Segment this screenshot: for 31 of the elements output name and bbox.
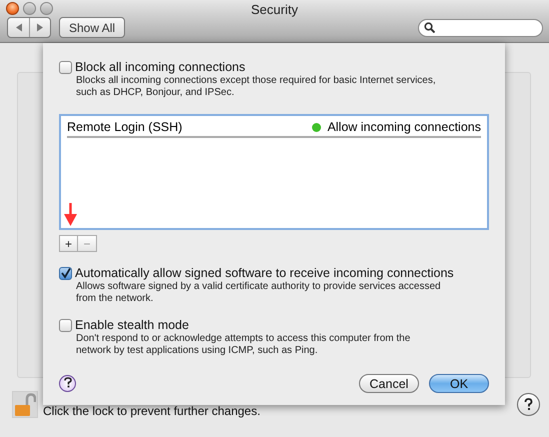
question-mark-icon xyxy=(64,376,72,388)
service-status[interactable]: Allow incoming connections xyxy=(327,120,481,134)
show-all-button[interactable]: Show All xyxy=(59,17,126,38)
checkbox-label: Block all incoming connections xyxy=(75,60,246,74)
search-icon xyxy=(424,22,435,33)
option-description: Don't respond to or acknowledge attempts to access this computer from the network by test applications using ICMP, such as Ping. xyxy=(76,333,412,357)
option-description: Allows software signed by a valid certificate authority to provide services accessed from the network. xyxy=(76,281,442,305)
help-button[interactable] xyxy=(517,393,540,416)
checkbox-label: Automatically allow signed software to receive incoming connections xyxy=(75,266,454,280)
annotation-arrow xyxy=(64,203,77,227)
checkbox-label: Enable stealth mode xyxy=(75,318,189,332)
question-mark-icon xyxy=(524,398,533,411)
back-forward-control[interactable] xyxy=(7,17,51,38)
checkbox[interactable] xyxy=(59,266,72,280)
help-button[interactable] xyxy=(59,375,76,392)
service-name: Remote Login (SSH) xyxy=(67,120,184,134)
ok-button[interactable]: OK xyxy=(429,374,489,393)
checkbox[interactable] xyxy=(59,318,72,332)
minimize-button[interactable] xyxy=(23,2,36,15)
unlocked-lock-icon xyxy=(14,392,36,416)
lock-message: Click the lock to prevent further changes. xyxy=(43,404,260,418)
checkbox[interactable] xyxy=(59,60,72,74)
add-button[interactable]: + xyxy=(59,235,78,252)
left-triangle-icon xyxy=(14,23,22,32)
right-triangle-icon xyxy=(36,23,44,32)
search-field[interactable] xyxy=(418,18,543,36)
option-description: Blocks all incoming connections except those required for basic Internet services, such as DHCP, Bonjour, and IPSec. xyxy=(76,75,437,99)
window-title: Security xyxy=(251,2,298,17)
close-button[interactable] xyxy=(6,2,19,15)
zoom-button[interactable] xyxy=(40,2,53,15)
cancel-button[interactable]: Cancel xyxy=(359,374,419,393)
